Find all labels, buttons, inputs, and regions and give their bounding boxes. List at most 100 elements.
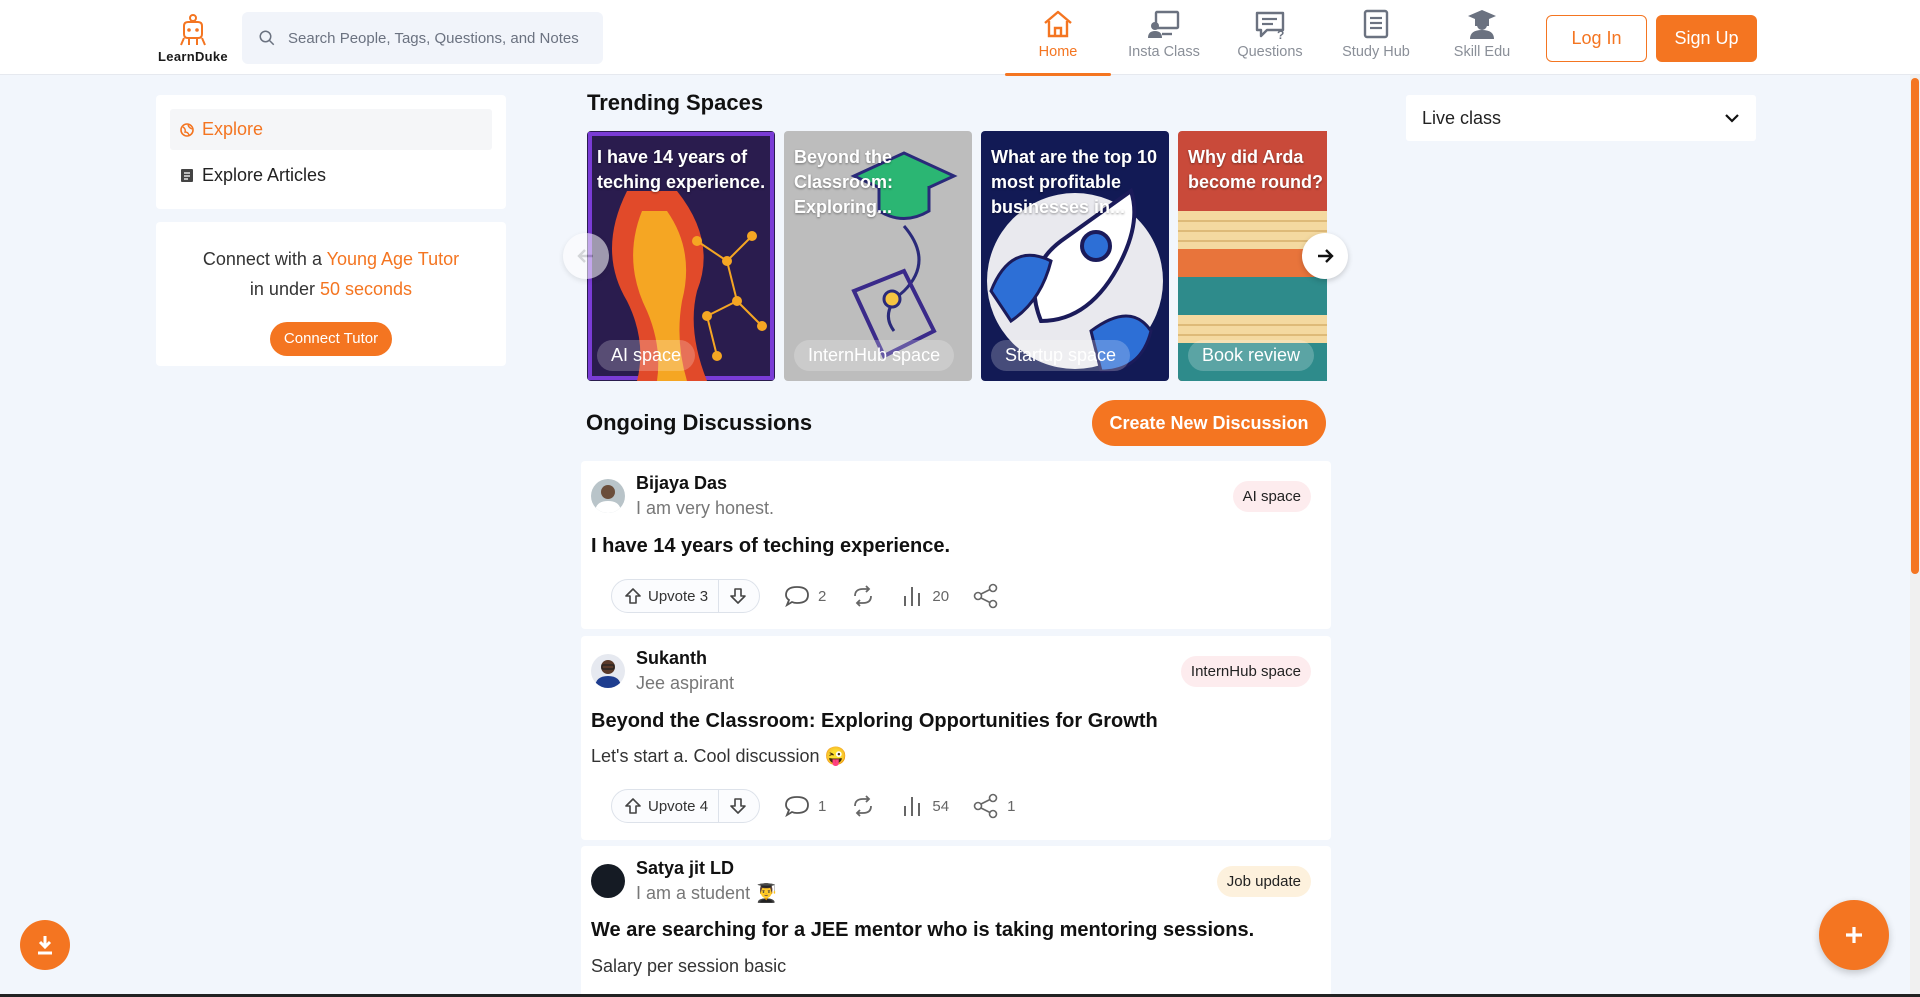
nav-questions-label: Questions xyxy=(1237,44,1303,60)
downvote-button[interactable] xyxy=(719,790,759,822)
post-author[interactable]: Bijaya Das xyxy=(636,473,727,494)
live-class-select[interactable]: Live class xyxy=(1406,95,1756,141)
post-title[interactable]: I have 14 years of teching experience. xyxy=(591,535,950,558)
repost-icon xyxy=(854,795,873,817)
nav-skill-edu-label: Skill Edu xyxy=(1453,44,1511,60)
arrow-right-icon xyxy=(1318,249,1334,263)
search-icon xyxy=(259,30,275,46)
nav-insta-class[interactable]: Insta Class xyxy=(1111,8,1217,74)
share-count: 1 xyxy=(1007,797,1016,815)
upvote-button[interactable]: Upvote 3 xyxy=(612,580,720,612)
discussion-post[interactable]: Bijaya Das I am very honest. AI space I … xyxy=(581,461,1331,629)
live-class-select-value: Live class xyxy=(1422,107,1502,128)
views-count: 20 xyxy=(932,587,950,605)
vote-group: Upvote 3 xyxy=(611,579,761,613)
arrow-left-icon xyxy=(577,249,593,263)
comment-icon xyxy=(785,796,809,818)
nav-home[interactable]: Home xyxy=(1005,8,1111,76)
post-body: Salary per session basic xyxy=(591,956,787,976)
bar-chart-icon xyxy=(904,797,921,816)
carousel-next-button[interactable] xyxy=(1302,233,1348,279)
nav-questions[interactable]: ? Questions xyxy=(1217,8,1323,74)
home-icon xyxy=(1044,10,1072,38)
insta-class-icon xyxy=(1148,10,1180,38)
vote-group: Upvote 4 xyxy=(611,789,761,823)
post-actions: Upvote 3 2 20 xyxy=(611,579,1007,613)
logo-icon xyxy=(180,14,206,46)
views-stat: 20 xyxy=(900,584,949,608)
share-icon xyxy=(973,793,998,819)
signup-button[interactable]: Sign Up xyxy=(1656,15,1757,62)
scrollbar-thumb[interactable] xyxy=(1911,78,1919,574)
avatar[interactable] xyxy=(591,479,625,513)
trending-title: Trending Spaces xyxy=(587,90,764,115)
upvote-label: Upvote 4 xyxy=(648,797,709,815)
post-actions: Upvote 4 1 54 1 xyxy=(611,789,1015,823)
post-body: Let's start a. Cool discussion 😜 xyxy=(591,746,847,766)
space-card-tag: InternHub space xyxy=(794,340,955,371)
nav-insta-class-label: Insta Class xyxy=(1128,44,1200,60)
brand-name: LearnDuke xyxy=(158,49,228,64)
views-stat: 54 xyxy=(900,794,949,818)
space-badge[interactable]: AI space xyxy=(1232,481,1311,512)
space-card-internhub[interactable]: Beyond the Classroom: Exploring... Inter… xyxy=(784,131,972,381)
discussion-post[interactable]: Sukanth Jee aspirant InternHub space Bey… xyxy=(581,636,1331,840)
arrow-down-icon xyxy=(730,588,746,604)
discussion-post[interactable]: Satya jit LD I am a student 👨‍🎓 Job upda… xyxy=(581,846,1331,997)
upvote-button[interactable]: Upvote 4 xyxy=(612,790,720,822)
space-badge[interactable]: InternHub space xyxy=(1180,656,1311,687)
avatar[interactable] xyxy=(591,864,625,898)
space-card-tag: Book review xyxy=(1188,340,1315,371)
comment-button[interactable]: 1 xyxy=(784,794,826,818)
post-title[interactable]: We are searching for a JEE mentor who is… xyxy=(591,919,1254,942)
brand-logo[interactable]: LearnDuke xyxy=(155,12,231,68)
share-icon xyxy=(973,583,998,609)
sidebar-menu: Explore Explore Articles xyxy=(156,95,506,209)
sidebar-item-explore-articles[interactable]: Explore Articles xyxy=(170,155,492,196)
carousel-prev-button[interactable] xyxy=(563,233,609,279)
download-app-button[interactable] xyxy=(20,920,70,970)
questions-icon: ? xyxy=(1255,11,1284,40)
post-author-bio: I am a student 👨‍🎓 xyxy=(636,883,778,903)
space-card-caption: I have 14 years of teching experience. xyxy=(597,147,766,192)
space-card-ai[interactable]: I have 14 years of teching experience. A… xyxy=(587,131,775,381)
study-hub-icon xyxy=(1363,9,1389,39)
space-card-caption: Why did Arda become round? xyxy=(1188,147,1324,192)
plus-icon xyxy=(1846,927,1862,943)
share-button[interactable]: 1 xyxy=(973,793,1015,819)
repost-button[interactable] xyxy=(850,794,876,818)
views-count: 54 xyxy=(932,797,950,815)
add-button[interactable] xyxy=(1819,900,1889,970)
discussions-title: Ongoing Discussions xyxy=(586,410,813,435)
svg-text:?: ? xyxy=(1277,28,1284,40)
sidebar-item-explore[interactable]: Explore xyxy=(170,109,492,150)
nav-home-label: Home xyxy=(1038,44,1078,60)
comment-button[interactable]: 2 xyxy=(784,584,826,608)
search-bar[interactable] xyxy=(242,12,603,64)
tutor-line-1: Connect with a Young Age Tutor xyxy=(156,242,506,276)
post-title[interactable]: Beyond the Classroom: Exploring Opportun… xyxy=(591,710,1158,733)
share-button[interactable] xyxy=(973,583,1007,609)
nav-study-hub[interactable]: Study Hub xyxy=(1323,8,1429,74)
sidebar-item-label: Explore xyxy=(202,119,264,139)
repost-button[interactable] xyxy=(850,584,876,608)
space-card-startup[interactable]: What are the top 10 most profitable busi… xyxy=(981,131,1169,381)
avatar[interactable] xyxy=(591,654,625,688)
arrow-up-icon xyxy=(625,588,641,604)
space-card-caption: What are the top 10 most profitable busi… xyxy=(991,147,1158,217)
globe-icon xyxy=(180,122,194,137)
search-input[interactable] xyxy=(288,29,588,47)
bar-chart-icon xyxy=(904,587,921,606)
connect-tutor-button[interactable]: Connect Tutor xyxy=(269,322,393,356)
tutor-line-2: in under 50 seconds xyxy=(156,272,506,306)
login-button[interactable]: Log In xyxy=(1546,15,1647,62)
nav-skill-edu[interactable]: Skill Edu xyxy=(1429,8,1535,74)
tutor-highlight: Young Age Tutor xyxy=(326,249,460,269)
post-author-bio: I am very honest. xyxy=(636,498,775,518)
post-author[interactable]: Sukanth xyxy=(636,648,707,669)
create-discussion-button[interactable]: Create New Discussion xyxy=(1092,400,1326,446)
downvote-button[interactable] xyxy=(719,580,759,612)
space-badge[interactable]: Job update xyxy=(1216,866,1311,897)
post-author[interactable]: Satya jit LD xyxy=(636,858,734,879)
comment-count: 2 xyxy=(818,587,827,605)
